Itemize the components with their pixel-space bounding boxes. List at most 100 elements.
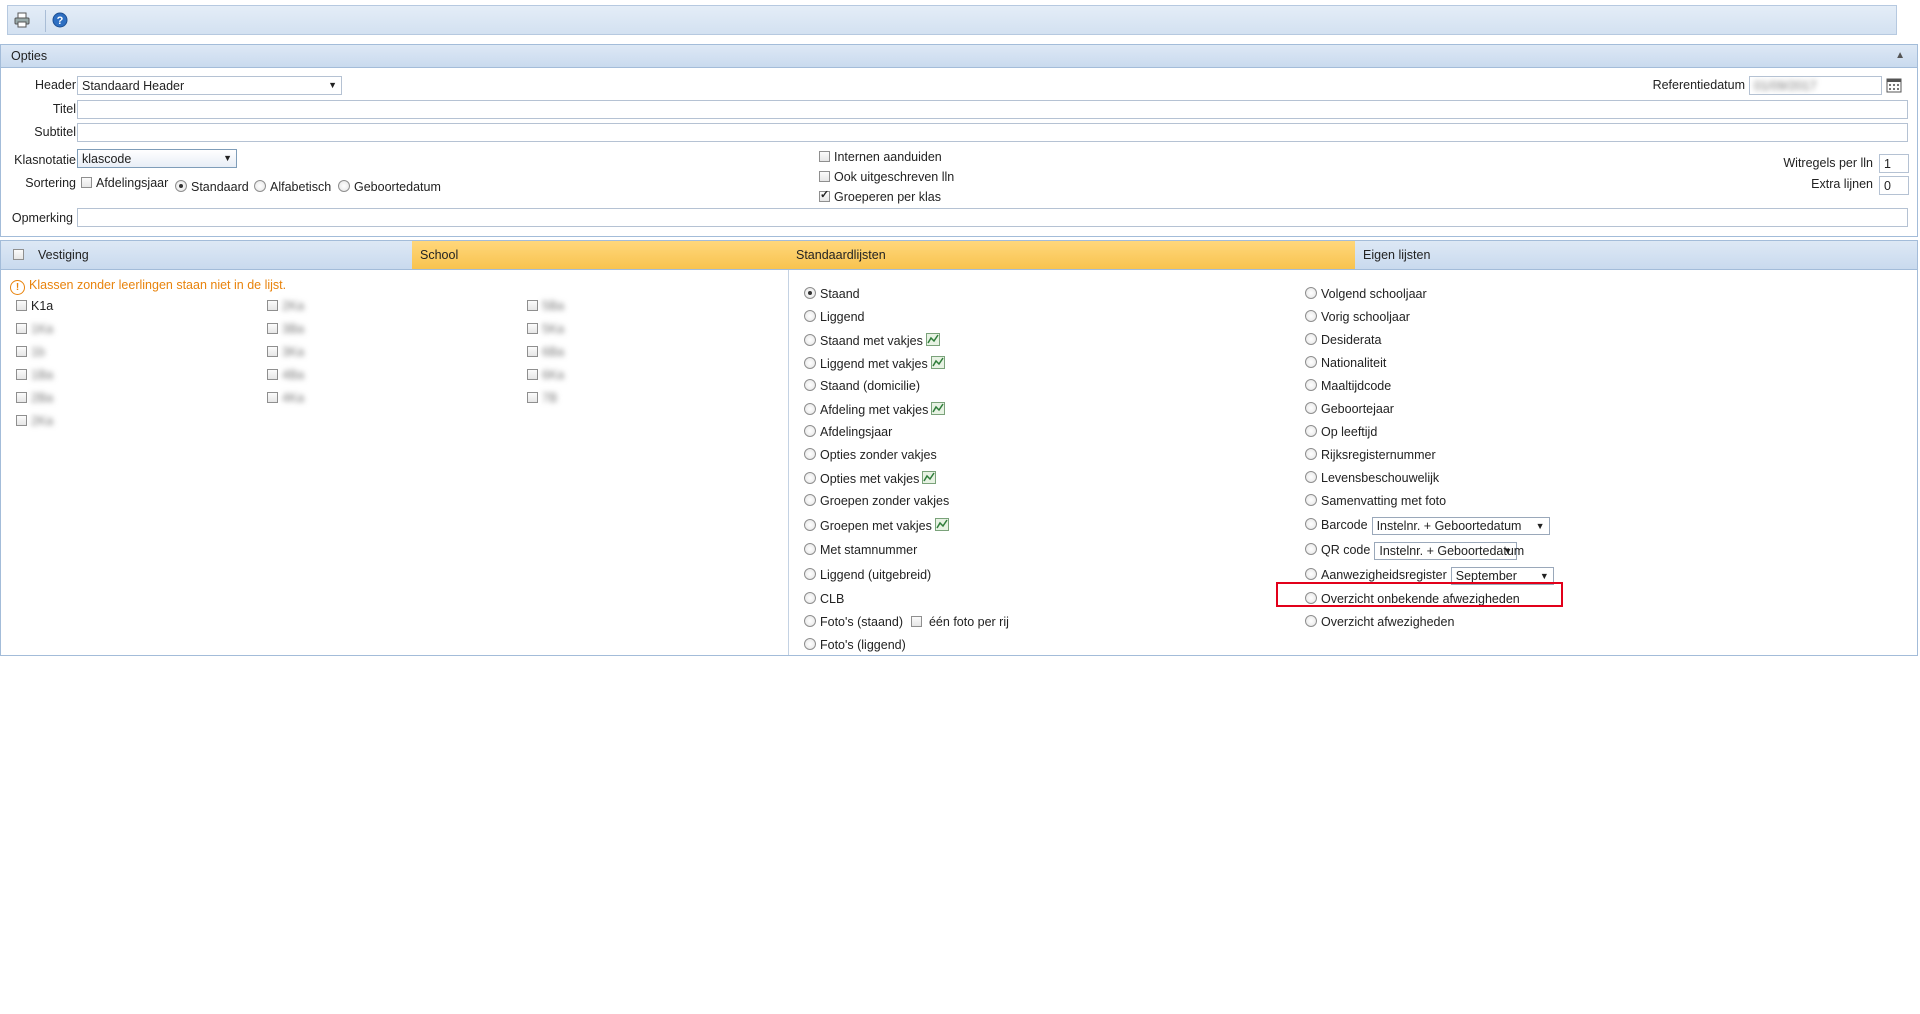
tab-vestiging[interactable]: Vestiging <box>1 241 412 269</box>
extra-lijnen-input[interactable]: 0 <box>1879 176 1909 195</box>
sort-standaard-radio[interactable]: Standaard <box>175 180 249 194</box>
sort-afdelingsjaar-checkbox[interactable]: Afdelingsjaar <box>81 176 168 190</box>
radio-button[interactable] <box>804 494 816 506</box>
radio-button[interactable] <box>1305 402 1317 414</box>
radio-button[interactable] <box>804 425 816 437</box>
class-checkbox-item[interactable]: 7B <box>527 391 557 405</box>
subtitel-input[interactable] <box>77 123 1908 142</box>
internen-aanduiden-checkbox[interactable]: Internen aanduiden <box>819 150 942 164</box>
radio-button[interactable] <box>1305 310 1317 322</box>
eigen-lijst-option[interactable]: Maaltijdcode <box>1305 379 1391 393</box>
class-checkbox[interactable] <box>16 369 27 380</box>
standaardlijst-option[interactable]: Liggend (uitgebreid) <box>804 568 931 582</box>
class-checkbox-item[interactable]: 5Ka <box>527 322 564 336</box>
radio-button[interactable] <box>1305 287 1317 299</box>
class-checkbox-item[interactable]: 3Ka <box>267 345 304 359</box>
standaardlijst-option[interactable]: Met stamnummer <box>804 543 917 557</box>
class-checkbox[interactable] <box>267 300 278 311</box>
class-checkbox[interactable] <box>16 323 27 334</box>
radio-button[interactable] <box>804 357 816 369</box>
class-checkbox[interactable] <box>267 369 278 380</box>
class-checkbox[interactable] <box>16 300 27 311</box>
een-foto-per-rij-checkbox[interactable]: één foto per rij <box>910 615 1009 629</box>
radio-button[interactable] <box>1305 448 1317 460</box>
eigen-lijst-option[interactable]: Barcode Instelnr. + Geboortedatum ▼ <box>1305 517 1550 535</box>
standaardlijst-option[interactable]: Opties met vakjes <box>804 471 937 486</box>
radio-button[interactable] <box>804 403 816 415</box>
eigen-lijst-option[interactable]: Op leeftijd <box>1305 425 1377 439</box>
class-checkbox-item[interactable]: 3Ba <box>267 322 304 336</box>
class-checkbox[interactable] <box>267 323 278 334</box>
radio-button[interactable] <box>1305 494 1317 506</box>
radio-button[interactable] <box>804 310 816 322</box>
radio-button[interactable] <box>804 638 816 650</box>
option-select[interactable]: Instelnr. + Geboortedatum ▼ <box>1374 542 1524 560</box>
help-icon[interactable]: ? <box>50 10 70 30</box>
class-checkbox[interactable] <box>16 415 27 426</box>
standaardlijst-option[interactable]: Opties zonder vakjes <box>804 448 937 462</box>
class-checkbox-item[interactable]: 2Ka <box>16 414 53 428</box>
eigen-lijst-option[interactable]: Overzicht afwezigheden <box>1305 615 1454 629</box>
class-checkbox-item[interactable]: 1Ka <box>16 322 53 336</box>
standaardlijst-option[interactable]: Staand <box>804 287 860 301</box>
standaardlijst-option[interactable]: Liggend <box>804 310 865 324</box>
class-checkbox-item[interactable]: 6Ba <box>527 345 564 359</box>
class-checkbox[interactable] <box>267 392 278 403</box>
tab-standaardlijsten[interactable]: Standaardlijsten <box>788 241 1355 269</box>
opmerking-input[interactable] <box>77 208 1908 227</box>
standaardlijst-option[interactable]: Liggend met vakjes <box>804 356 945 371</box>
class-checkbox[interactable] <box>527 300 538 311</box>
groeperen-per-klas-checkbox[interactable]: Groeperen per klas <box>819 188 941 204</box>
class-checkbox[interactable] <box>16 392 27 403</box>
calendar-icon[interactable] <box>1886 77 1902 93</box>
eigen-lijst-option[interactable]: Geboortejaar <box>1305 402 1394 416</box>
radio-button[interactable] <box>1305 615 1317 627</box>
standaardlijst-option[interactable]: Afdelingsjaar <box>804 425 892 439</box>
sort-alfabetisch-radio[interactable]: Alfabetisch <box>254 180 331 194</box>
radio-button[interactable] <box>804 543 816 555</box>
eigen-lijst-option[interactable]: QR code Instelnr. + Geboortedatum ▼ <box>1305 542 1524 560</box>
ook-uitgeschreven-checkbox[interactable]: Ook uitgeschreven lln <box>819 170 954 184</box>
select-all-checkbox[interactable] <box>13 249 24 260</box>
class-checkbox-item[interactable]: 2Ba <box>16 391 53 405</box>
radio-button[interactable] <box>804 379 816 391</box>
radio-button[interactable] <box>804 334 816 346</box>
class-checkbox-item[interactable]: K1a <box>16 299 53 313</box>
standaardlijst-option[interactable]: Afdeling met vakjes <box>804 402 946 417</box>
standaardlijst-option[interactable]: Foto's (liggend) <box>804 638 906 652</box>
radio-button[interactable] <box>1305 356 1317 368</box>
option-select[interactable]: Instelnr. + Geboortedatum ▼ <box>1371 517 1550 535</box>
class-checkbox-item[interactable]: 2Ka <box>267 299 304 313</box>
class-checkbox-item[interactable]: 5Ba <box>527 299 564 313</box>
header-select[interactable]: Standaard Header ▼ <box>77 76 342 95</box>
standaardlijst-option[interactable]: Staand (domicilie) <box>804 379 920 393</box>
radio-button[interactable] <box>804 519 816 531</box>
radio-button[interactable] <box>1305 568 1317 581</box>
eigen-lijst-option[interactable]: Rijksregisternummer <box>1305 448 1436 462</box>
opties-header[interactable]: Opties ▲ <box>1 45 1917 68</box>
chevron-up-icon[interactable]: ▲ <box>1895 45 1905 67</box>
referentiedatum-input[interactable]: 01/09/2017 <box>1749 76 1882 95</box>
class-checkbox[interactable] <box>16 346 27 357</box>
tab-eigen-lijsten[interactable]: Eigen lijsten <box>1355 241 1917 269</box>
radio-button[interactable] <box>1305 379 1317 391</box>
eigen-lijst-option[interactable]: Samenvatting met foto <box>1305 494 1446 508</box>
klasnotatie-select[interactable]: klascode ▼ <box>77 149 237 168</box>
class-checkbox-item[interactable]: 4Ka <box>267 391 304 405</box>
radio-button[interactable] <box>1305 471 1317 483</box>
titel-input[interactable] <box>77 100 1908 119</box>
class-checkbox-item[interactable]: 4Ba <box>267 368 304 382</box>
standaardlijst-option[interactable]: Groepen zonder vakjes <box>804 494 949 508</box>
witregels-input[interactable]: 1 <box>1879 154 1909 173</box>
class-checkbox[interactable] <box>527 323 538 334</box>
eigen-lijst-option[interactable]: Volgend schooljaar <box>1305 287 1427 301</box>
sort-geboortedatum-radio[interactable]: Geboortedatum <box>338 180 441 194</box>
eigen-lijst-option[interactable]: Vorig schooljaar <box>1305 310 1410 324</box>
class-checkbox[interactable] <box>267 346 278 357</box>
radio-button[interactable] <box>804 472 816 484</box>
radio-button[interactable] <box>804 287 816 299</box>
standaardlijst-option[interactable]: Staand met vakjes <box>804 333 940 348</box>
standaardlijst-option[interactable]: CLB <box>804 592 844 606</box>
printer-icon[interactable] <box>12 10 32 30</box>
radio-button[interactable] <box>804 448 816 460</box>
